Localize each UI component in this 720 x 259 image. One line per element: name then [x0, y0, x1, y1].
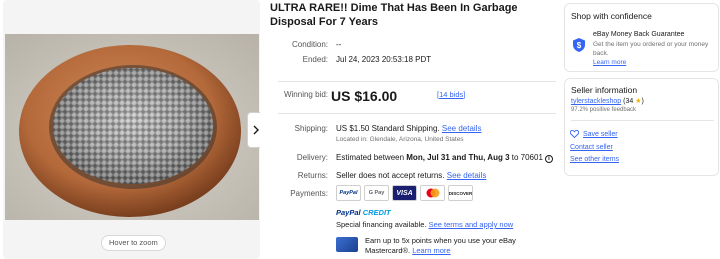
money-back-desc: Get the item you ordered or your money b… [593, 41, 709, 57]
shipping-cost: US $1.50 [336, 124, 370, 133]
discover-icon: DISCOVER [448, 185, 473, 201]
shipping-value: US $1.50 Standard Shipping. See details [336, 124, 481, 133]
seller-score: (34 [621, 98, 636, 105]
mastercard-logo [426, 188, 439, 198]
bid-bracket-close: ] [463, 90, 466, 99]
payment-methods: PayPal G Pay VISA DISCOVER [336, 185, 473, 201]
hover-to-zoom-label: Hover to zoom [101, 235, 166, 251]
ended-label: Ended: [302, 55, 328, 64]
divider [278, 81, 556, 82]
bid-history-link[interactable]: 14 bids [439, 90, 463, 99]
image-gallery: Hover to zoom [3, 0, 260, 259]
shipping-details-link[interactable]: See details [442, 124, 482, 133]
money-back-title: eBay Money Back Guarantee [593, 31, 685, 38]
delivery-prefix: Estimated between [336, 153, 407, 162]
winning-bid-label: Winning bid: [283, 90, 328, 99]
shipping-label: Shipping: [294, 124, 328, 133]
mastercard-icon [420, 185, 445, 201]
listing-title: ULTRA RARE!! Dime That Has Been In Garba… [270, 2, 518, 28]
returns-text: Seller does not accept returns. [336, 171, 447, 180]
item-photo[interactable] [5, 34, 259, 220]
heart-icon [570, 130, 579, 138]
delivery-dates: Mon, Jul 31 and Thu, Aug 3 [406, 153, 510, 162]
condition-value: -- [336, 40, 342, 49]
mastercard-card-image [336, 237, 358, 252]
seller-score-close: ) [641, 98, 644, 105]
earn-learn-more-link[interactable]: Learn more [412, 246, 450, 255]
payments-label: Payments: [290, 189, 328, 198]
shield-icon: $ [573, 38, 585, 52]
bid-count: [14 bids] [437, 90, 465, 99]
money-back-learn-more[interactable]: Learn more [593, 59, 626, 66]
seller-heading: Seller information [571, 85, 638, 95]
seller-feedback: 97.2% positive feedback [571, 107, 637, 113]
svg-text:$: $ [577, 41, 582, 50]
ended-value: Jul 24, 2023 20:53:18 PDT [336, 55, 432, 64]
delivery-value: Estimated between Mon, Jul 31 and Thu, A… [336, 153, 553, 163]
paypal-credit-word-a: PayPal [336, 208, 361, 217]
seller-name-row: tylerstackleshop (34 ★) [571, 97, 644, 105]
save-seller-label: Save seller [583, 130, 618, 138]
divider [278, 113, 556, 114]
returns-details-link[interactable]: See details [447, 171, 487, 180]
item-location: Located in: Glendale, Arizona, United St… [336, 136, 464, 143]
paypal-credit-word-b: CREDIT [360, 208, 391, 217]
chevron-right-icon [253, 125, 259, 135]
special-financing-text: Special financing available. [336, 220, 429, 229]
contact-seller-link[interactable]: Contact seller [570, 144, 613, 151]
paypal-icon: PayPal [336, 185, 361, 201]
delivery-zip: to 70601 [509, 153, 543, 162]
returns-value: Seller does not accept returns. See deta… [336, 171, 486, 180]
info-icon[interactable]: i [544, 155, 553, 163]
confidence-heading: Shop with confidence [571, 11, 652, 21]
apply-now-link[interactable]: See terms and apply now [429, 220, 514, 229]
visa-icon: VISA [392, 185, 417, 201]
save-seller-button[interactable]: Save seller [570, 130, 618, 138]
paypal-credit-logo: PayPal CREDIT [336, 208, 391, 217]
google-pay-icon: G Pay [364, 185, 389, 201]
divider [571, 120, 714, 121]
next-image-button[interactable] [247, 112, 260, 148]
shop-with-confidence-panel: Shop with confidence $ eBay Money Back G… [564, 3, 719, 72]
earn-points-promo: Earn up to 5x points when you use your e… [365, 236, 535, 256]
see-other-items-link[interactable]: See other items [570, 156, 619, 163]
winning-bid-price: US $16.00 [331, 88, 398, 104]
returns-label: Returns: [297, 171, 328, 180]
shipping-method: Standard Shipping. [369, 124, 442, 133]
special-financing: Special financing available. See terms a… [336, 220, 513, 229]
seller-name-link[interactable]: tylerstackleshop [571, 98, 621, 105]
condition-label: Condition: [291, 40, 328, 49]
delivery-label: Delivery: [296, 153, 328, 162]
